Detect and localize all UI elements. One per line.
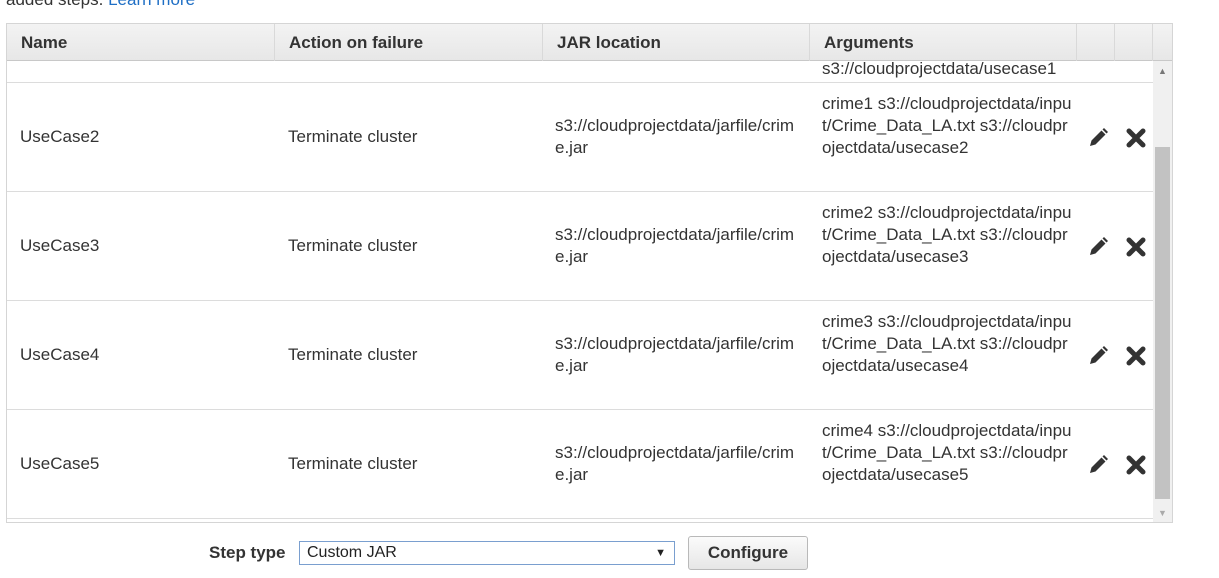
scroll-down-arrow-icon[interactable]: ▼ — [1153, 505, 1172, 522]
scrollbar-thumb[interactable] — [1155, 147, 1170, 499]
pencil-icon[interactable] — [1086, 453, 1110, 477]
table-header: Name Action on failure JAR location Argu… — [7, 23, 1172, 61]
arguments-cell: crime4 s3://cloudprojectdata/input/Crime… — [822, 421, 1072, 484]
column-header-action[interactable]: Action on failure — [275, 24, 543, 61]
action-on-failure: Terminate cluster — [288, 345, 418, 364]
jar-location: s3://cloudprojectdata/jarfile/crime.jar — [555, 443, 795, 484]
pencil-icon[interactable] — [1086, 235, 1110, 259]
action-on-failure: Terminate cluster — [288, 127, 418, 146]
intro-sentence: added steps. — [6, 0, 103, 9]
column-header-delete — [1115, 24, 1153, 61]
table-row: UseCase5 Terminate cluster s3://cloudpro… — [7, 410, 1153, 519]
dropdown-arrow-icon: ▼ — [655, 547, 666, 559]
steps-table: Name Action on failure JAR location Argu… — [6, 23, 1173, 523]
table-row: UseCase2 Terminate cluster s3://cloudpro… — [7, 83, 1153, 192]
jar-location: s3://cloudprojectdata/jarfile/crime.jar — [555, 334, 795, 375]
step-type-label: Step type — [209, 543, 286, 562]
table-row: UseCase3 Terminate cluster s3://cloudpro… — [7, 192, 1153, 301]
close-x-icon[interactable] — [1124, 126, 1148, 150]
arguments-cell: crime2 s3://cloudprojectdata/input/Crime… — [822, 203, 1072, 266]
arguments-cell: crime3 s3://cloudprojectdata/input/Crime… — [822, 312, 1072, 375]
intro-text: added steps. Learn more — [6, 0, 195, 10]
pencil-icon[interactable] — [1086, 344, 1110, 368]
arguments-cell: s3://cloudprojectdata/usecase1 — [822, 59, 1057, 78]
close-x-icon[interactable] — [1124, 235, 1148, 259]
table-row: UseCase4 Terminate cluster s3://cloudpro… — [7, 301, 1153, 410]
jar-location: s3://cloudprojectdata/jarfile/crime.jar — [555, 116, 795, 157]
configure-button[interactable]: Configure — [688, 536, 808, 570]
step-type-select[interactable]: Custom JAR ▼ — [299, 541, 675, 565]
arguments-cell: crime1 s3://cloudprojectdata/input/Crime… — [822, 94, 1072, 157]
column-header-name[interactable]: Name — [7, 24, 275, 61]
scroll-up-arrow-icon[interactable]: ▲ — [1153, 63, 1172, 80]
jar-location: s3://cloudprojectdata/jarfile/crime.jar — [555, 225, 795, 266]
step-name: UseCase5 — [20, 454, 100, 473]
pencil-icon[interactable] — [1086, 126, 1110, 150]
step-name: UseCase4 — [20, 345, 100, 364]
action-on-failure: Terminate cluster — [288, 236, 418, 255]
close-x-icon[interactable] — [1124, 453, 1148, 477]
step-name: UseCase2 — [20, 127, 100, 146]
step-type-value: Custom JAR — [307, 544, 397, 561]
action-on-failure: Terminate cluster — [288, 454, 418, 473]
vertical-scrollbar[interactable]: ▲ ▼ — [1153, 61, 1172, 522]
learn-more-link[interactable]: Learn more — [108, 0, 195, 9]
column-header-edit — [1077, 24, 1115, 61]
column-header-jar[interactable]: JAR location — [543, 24, 810, 61]
column-header-arguments[interactable]: Arguments — [810, 24, 1077, 61]
close-x-icon[interactable] — [1124, 344, 1148, 368]
step-name: UseCase3 — [20, 236, 100, 255]
